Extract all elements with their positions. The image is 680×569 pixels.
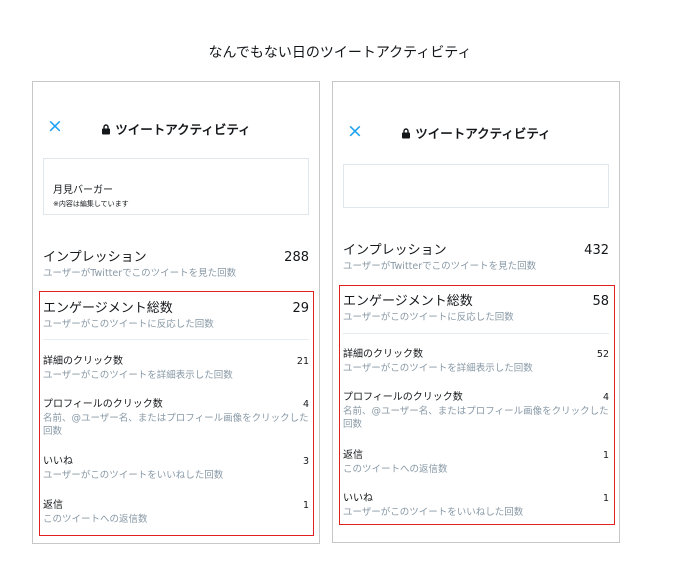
metric-description: ユーザーがTwitterでこのツイートを見た回数 bbox=[43, 268, 237, 279]
page-title: なんでもない日のツイートアクティビティ bbox=[208, 45, 472, 61]
engagement-highlight-box bbox=[39, 291, 314, 536]
impressions-metric: インプレッション 432 ユーザーがTwitterでこのツイートを見た回数 bbox=[343, 239, 609, 273]
left-activity-panel: × ツイートアクティビティ 月見バーガー ※内容は編集しています インプレッショ… bbox=[32, 81, 320, 544]
tweet-text: 月見バーガー bbox=[53, 185, 113, 196]
metric-value: 432 bbox=[584, 243, 609, 258]
engagement-highlight-box bbox=[339, 285, 615, 525]
panel-header: × ツイートアクティビティ bbox=[333, 82, 619, 142]
impressions-metric: インプレッション 288 ユーザーがTwitterでこのツイートを見た回数 bbox=[43, 246, 309, 280]
metric-label: インプレッション bbox=[343, 243, 447, 258]
panel-title: ツイートアクティビティ bbox=[33, 119, 319, 138]
metric-label: インプレッション bbox=[43, 250, 147, 265]
panel-title: ツイートアクティビティ bbox=[333, 123, 619, 142]
tweet-note: ※内容は編集しています bbox=[53, 200, 129, 208]
lock-icon bbox=[102, 124, 111, 135]
tweet-preview[interactable]: 月見バーガー ※内容は編集しています bbox=[43, 158, 309, 215]
tweet-preview[interactable] bbox=[343, 164, 609, 208]
metric-description: ユーザーがTwitterでこのツイートを見た回数 bbox=[343, 261, 537, 272]
lock-icon bbox=[402, 128, 411, 139]
metric-value: 288 bbox=[284, 250, 309, 265]
panel-header: × ツイートアクティビティ bbox=[33, 82, 319, 138]
right-activity-panel: × ツイートアクティビティ インプレッション 432 ユーザーがTwitterでこ… bbox=[332, 81, 620, 543]
